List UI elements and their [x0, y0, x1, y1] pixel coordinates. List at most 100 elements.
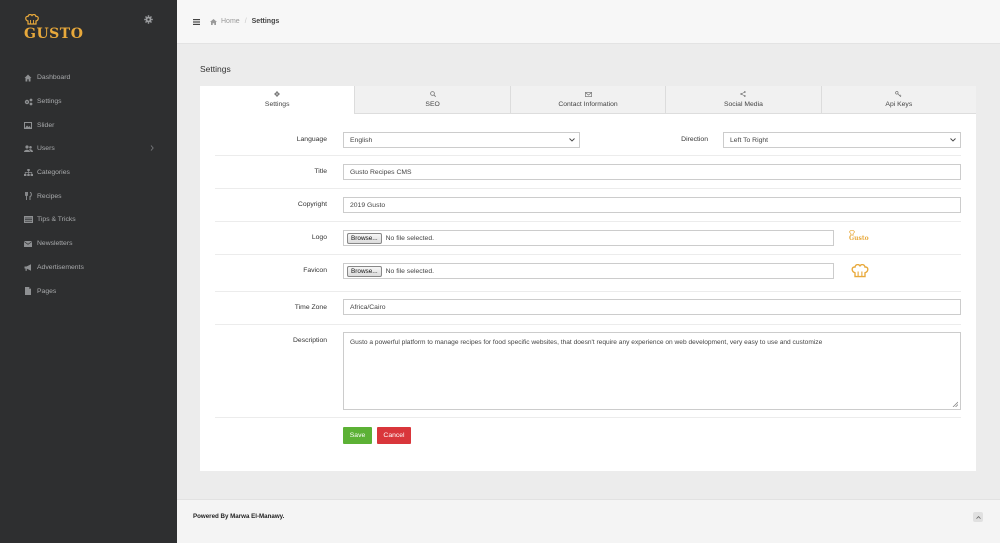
scroll-to-top-button[interactable]: [973, 512, 983, 522]
title-input[interactable]: Gusto Recipes CMS: [343, 164, 961, 180]
sidebar-item-categories[interactable]: Categories: [0, 161, 177, 185]
copyright-value: 2019 Gusto: [350, 201, 386, 209]
settings-card: Settings SEO Contact Information Social …: [200, 86, 976, 471]
sidebar-item-settings[interactable]: Settings: [0, 90, 177, 114]
users-icon: [23, 145, 33, 153]
envelope-icon: [584, 91, 592, 97]
sidebar-item-label: Dashboard: [37, 74, 71, 82]
tab-label: Social Media: [723, 101, 763, 108]
image-icon: [23, 121, 33, 129]
timezone-value: Africa/Cairo: [350, 303, 386, 311]
share-icon: [740, 91, 747, 97]
description-label: Description: [293, 337, 327, 344]
sidebar-item-label: Categories: [37, 169, 70, 177]
timezone-label: Time Zone: [294, 304, 327, 311]
gear-icon: [274, 91, 281, 97]
footer-credit: Powered By Marwa El-Manawy.: [193, 513, 285, 520]
list-icon: [23, 216, 33, 224]
logo-file-input[interactable]: Browse... No file selected.: [343, 230, 834, 246]
save-button[interactable]: Save: [343, 427, 372, 444]
envelope-icon: [23, 240, 33, 248]
sidebar-item-label: Advertisements: [37, 263, 84, 271]
home-icon: [210, 18, 217, 25]
sidebar-item-label: Slider: [37, 121, 55, 129]
tab-settings[interactable]: Settings: [200, 86, 355, 114]
sidebar: GUSTO Dashboard Settings Slider Users Ca…: [0, 0, 177, 543]
favicon-file-status: No file selected.: [385, 267, 434, 275]
sidebar-item-advertisements[interactable]: Advertisements: [0, 256, 177, 280]
language-label: Language: [296, 136, 327, 143]
bullhorn-icon: [23, 263, 33, 271]
tab-social-media[interactable]: Social Media: [665, 86, 820, 113]
settings-tabs: Settings SEO Contact Information Social …: [200, 86, 976, 114]
description-textarea[interactable]: Gusto a powerful platform to manage reci…: [343, 332, 961, 410]
sitemap-icon: [23, 169, 33, 177]
sidebar-item-label: Recipes: [37, 192, 62, 200]
search-icon: [429, 91, 436, 97]
title-value: Gusto Recipes CMS: [350, 168, 412, 176]
favicon-preview-chef-hat-icon: [851, 264, 869, 278]
chevron-down-icon: [569, 138, 575, 142]
direction-value: Left To Right: [730, 136, 769, 144]
sidebar-item-recipes[interactable]: Recipes: [0, 184, 177, 208]
tab-seo[interactable]: SEO: [354, 86, 509, 113]
favicon-browse-button[interactable]: Browse...: [347, 265, 382, 277]
sidebar-item-pages[interactable]: Pages: [0, 279, 177, 303]
page-title: Settings: [200, 64, 231, 74]
chef-hat-icon: [25, 14, 39, 25]
sidebar-item-newsletters[interactable]: Newsletters: [0, 232, 177, 256]
tab-label: Contact Information: [558, 100, 618, 108]
sidebar-item-label: Pages: [37, 287, 57, 295]
language-select[interactable]: English: [343, 132, 580, 148]
hamburger-menu-icon[interactable]: [193, 19, 200, 25]
breadcrumb: Home / Settings: [210, 18, 279, 25]
key-icon: [895, 91, 902, 97]
tab-label: SEO: [425, 101, 440, 108]
logo-browse-button[interactable]: Browse...: [347, 232, 382, 244]
chevron-down-icon: [950, 138, 956, 142]
logo-label: Logo: [311, 234, 327, 241]
cogs-icon: [23, 98, 33, 106]
resize-handle-icon[interactable]: [952, 401, 958, 407]
logo-preview: Gusto: [849, 230, 875, 244]
dashboard-icon: [23, 74, 33, 82]
sidebar-item-tips-tricks[interactable]: Tips & Tricks: [0, 208, 177, 232]
sidebar-item-label: Users: [37, 145, 55, 153]
gusto-logo[interactable]: GUSTO: [22, 14, 84, 44]
tab-label: Settings: [264, 101, 290, 108]
sidebar-item-dashboard[interactable]: Dashboard: [0, 66, 177, 90]
file-icon: [23, 287, 33, 296]
title-label: Title: [314, 168, 327, 175]
breadcrumb-separator: /: [244, 18, 247, 25]
description-value: Gusto a powerful platform to manage reci…: [350, 339, 823, 346]
favicon-label: Favicon: [303, 267, 327, 274]
chevron-right-icon: [150, 145, 154, 151]
logo-text: GUSTO: [24, 26, 84, 42]
cutlery-icon: [23, 192, 33, 201]
footer: Powered By Marwa El-Manawy.: [177, 499, 1000, 543]
sidebar-item-label: Newsletters: [37, 240, 73, 248]
copyright-label: Copyright: [297, 201, 327, 208]
breadcrumb-home-link[interactable]: Home: [210, 18, 240, 25]
tab-label: Api Keys: [885, 101, 913, 108]
top-bar: Home / Settings: [177, 0, 1000, 44]
tab-contact-information[interactable]: Contact Information: [509, 86, 665, 113]
sidebar-nav: Dashboard Settings Slider Users Categori…: [0, 66, 177, 303]
breadcrumb-home-label: Home: [221, 18, 240, 25]
logo-file-status: No file selected.: [385, 234, 434, 242]
logo-preview-text: Gusto: [849, 235, 869, 242]
sidebar-item-label: Settings: [37, 98, 62, 106]
cancel-button[interactable]: Cancel: [377, 427, 411, 444]
breadcrumb-current: Settings: [251, 18, 280, 25]
chevron-up-icon: [975, 515, 981, 519]
language-value: English: [350, 136, 373, 144]
tab-api-keys[interactable]: Api Keys: [820, 86, 976, 113]
copyright-input[interactable]: 2019 Gusto: [343, 197, 961, 213]
sidebar-item-label: Tips & Tricks: [37, 216, 76, 224]
sidebar-item-slider[interactable]: Slider: [0, 113, 177, 137]
favicon-file-input[interactable]: Browse... No file selected.: [343, 263, 834, 279]
direction-select[interactable]: Left To Right: [723, 132, 961, 148]
timezone-input[interactable]: Africa/Cairo: [343, 299, 961, 315]
sidebar-item-users[interactable]: Users: [0, 137, 177, 161]
gear-icon[interactable]: [144, 15, 153, 24]
